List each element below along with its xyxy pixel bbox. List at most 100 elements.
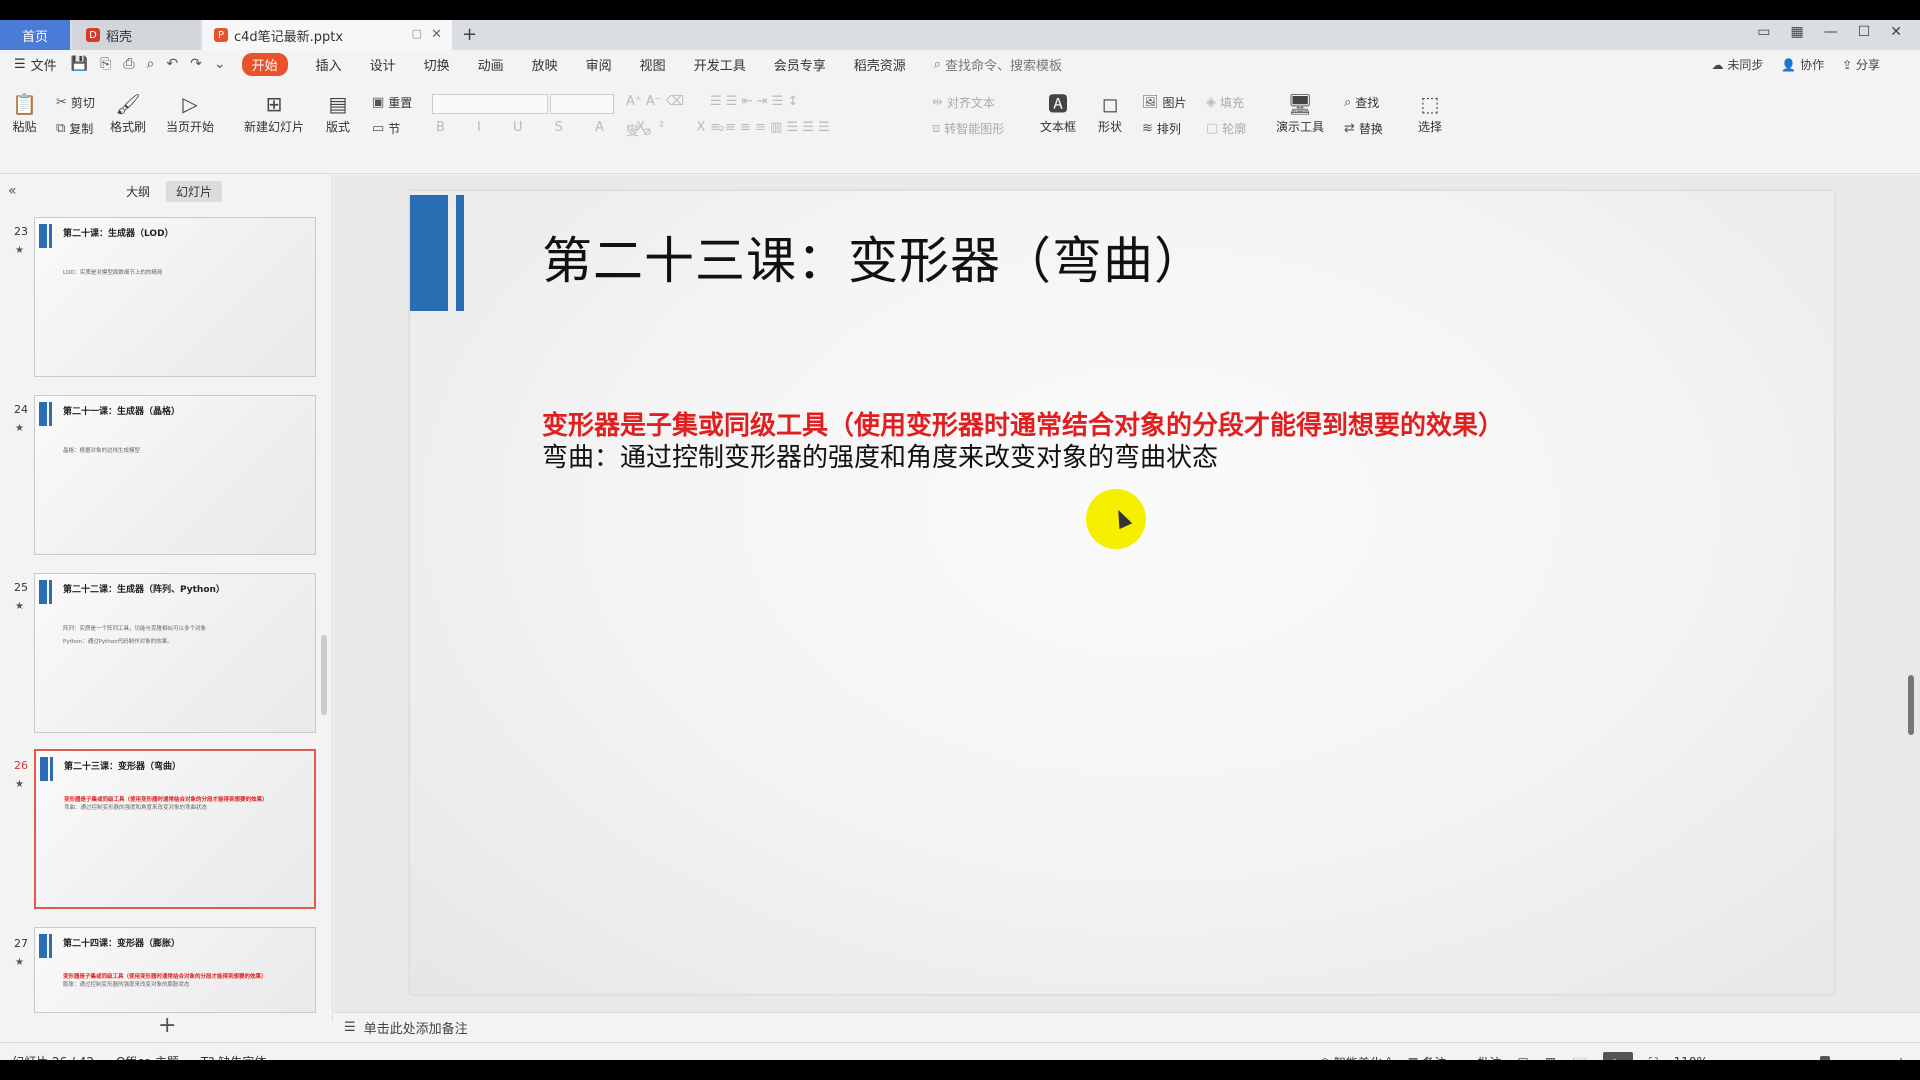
paste-button[interactable]: 📋 粘贴 (12, 90, 37, 135)
menu-member[interactable]: 会员专享 (774, 55, 826, 74)
format-painter-button[interactable]: 🖌 格式刷 (110, 90, 146, 135)
tab-document[interactable]: P c4d笔记最新.pptx ▢ ✕ (202, 20, 452, 50)
replace-button[interactable]: ⇄ 替换 (1344, 120, 1383, 137)
font-size-select[interactable] (550, 94, 614, 114)
new-slide-button[interactable]: ⊞ 新建幻灯片 (244, 90, 304, 135)
add-slide-icon[interactable]: + (158, 1013, 176, 1038)
slide-thumbnail-26[interactable]: 第二十三课：变形器（弯曲） 变形器是子集或同级工具（使用变形器时通常结合对象的分… (34, 749, 316, 909)
menu-insert[interactable]: 插入 (316, 55, 342, 74)
layout-label: 版式 (326, 120, 351, 134)
play-from-current-label: 当页开始 (166, 120, 215, 134)
more-icon[interactable]: ⌄ (214, 56, 226, 72)
menu-transition[interactable]: 切换 (424, 55, 450, 74)
maximize-icon[interactable]: ☐ (1858, 24, 1871, 40)
font-grow-icon[interactable]: A⁺ A⁻ ⌫ (626, 94, 684, 109)
tab-slides[interactable]: 幻灯片 (166, 181, 223, 202)
slide-title[interactable]: 第二十三课：变形器（弯曲） (542, 221, 1205, 293)
menu-animation[interactable]: 动画 (478, 55, 504, 74)
quick-access-toolbar: 💾 ⎘ ⎙ ⌕ ↶ ↷ ⌄ (71, 56, 226, 72)
add-tab-icon[interactable]: + (462, 24, 477, 45)
share-button[interactable]: ⇪ 分享 (1842, 56, 1880, 73)
copy-button[interactable]: ⧉ 复制 (56, 120, 93, 137)
slide-thumbnail-24[interactable]: 第二十一课：生成器（晶格） 晶格：根据对象的边线生成模型 (34, 395, 316, 555)
arrange-button[interactable]: ≋ 排列 (1142, 120, 1181, 137)
play-from-current-button[interactable]: ▷ 当页开始 (166, 90, 214, 135)
panel-scrollbar[interactable] (321, 635, 327, 715)
collapse-panel-icon[interactable]: « (8, 183, 17, 199)
menu-home[interactable]: 开始 (241, 52, 288, 76)
save-icon[interactable]: 💾 (71, 56, 88, 72)
thumb-line: Python：通过Python代码制作对象的效果。 (63, 639, 173, 645)
layout-icon[interactable]: ▭ (1757, 24, 1770, 40)
thumb-accent-bar (39, 934, 47, 958)
reset-label: 重置 (388, 96, 413, 110)
thumb-title: 第二十二课：生成器（阵列、Python） (63, 585, 225, 595)
minimize-icon[interactable]: — (1824, 24, 1838, 40)
textbox-button[interactable]: 🅰 文本框 (1040, 90, 1076, 135)
layout-grid-icon: ▤ (328, 92, 348, 116)
close-icon[interactable]: ✕ (431, 27, 442, 42)
sync-button[interactable]: ☁ 未同步 (1711, 56, 1763, 73)
command-search[interactable]: ⌕ 查找命令、搜索模板 (934, 55, 1062, 74)
align-icons[interactable]: ≡ ≡ ≡ ≡ ▥ ☰ ☰ ☰ (710, 120, 830, 135)
picture-button[interactable]: 🖼 图片 (1142, 94, 1187, 111)
bullet-list-icon: ☰ ☰ ⇤ ⇥ ☰ ↕ (710, 94, 799, 109)
font-format-icons[interactable]: B I U S A X² X₂ (436, 120, 738, 135)
find-button[interactable]: ⌕ 查找 (1344, 94, 1379, 111)
menu-review[interactable]: 审阅 (586, 55, 612, 74)
select-label: 选择 (1418, 120, 1443, 134)
print-icon[interactable]: ⎙ (123, 56, 134, 72)
slide-thumbnail-25[interactable]: 第二十二课：生成器（阵列、Python） 阵列：实质是一个阵列工具，功能与克隆相… (34, 573, 316, 733)
fill-icon: ◈ (1206, 95, 1216, 110)
editor-scrollbar[interactable] (1908, 185, 1914, 995)
pin-icon[interactable]: ▢ (412, 27, 422, 40)
editor-scrollbar-thumb[interactable] (1908, 675, 1914, 735)
list-icons[interactable]: ☰ ☰ ⇤ ⇥ ☰ ↕ (710, 94, 798, 109)
menu-design[interactable]: 设计 (370, 55, 396, 74)
export-icon[interactable]: ⎘ (100, 56, 111, 72)
smart-shape-button[interactable]: ⧈ 转智能图形 (932, 120, 1004, 137)
tab-daoke[interactable]: D 稻壳 (72, 20, 200, 50)
slide-accent-bar (410, 195, 448, 311)
slide-thumbnail-27[interactable]: 第二十四课：变形器（膨胀） 变形器是子集或同级工具（使用变形器时通常结合对象的分… (34, 927, 316, 1013)
textbox-icon: 🅰 (1048, 92, 1068, 116)
presentation-tools-button[interactable]: 🖥 演示工具 (1276, 90, 1324, 135)
redo-icon[interactable]: ↷ (190, 56, 202, 72)
special-char-icon[interactable]: 燮 ⌀ (626, 120, 651, 139)
reset-button[interactable]: ▣ 重置 (372, 94, 412, 111)
menu-developer[interactable]: 开发工具 (694, 55, 746, 74)
new-slide-icon: ⊞ (265, 92, 283, 116)
section-button[interactable]: ▭ 节 (372, 120, 400, 137)
shape-label: 形状 (1098, 120, 1123, 134)
tab-outline[interactable]: 大纲 (116, 181, 160, 202)
layout-button[interactable]: ▤ 版式 (326, 90, 350, 135)
font-grow-glyph: A⁺ A⁻ ⌫ (626, 94, 685, 109)
slide-thumbnail-23[interactable]: 第二十课：生成器（LOD） LOD：实质是对模型面数细节上的的精简 (34, 217, 316, 377)
shape-button[interactable]: ◻ 形状 (1098, 90, 1122, 135)
slide-number: 24 (14, 403, 28, 416)
print-preview-icon[interactable]: ⌕ (147, 56, 155, 72)
cut-button[interactable]: ✂ 剪切 (56, 94, 95, 111)
collaborate-button[interactable]: 👤 协作 (1781, 56, 1824, 73)
grid-icon[interactable]: ▦ (1790, 24, 1803, 40)
window-controls: ▭ ▦ — ☐ ✕ (1757, 24, 1902, 40)
window-close-icon[interactable]: ✕ (1890, 24, 1902, 40)
current-slide[interactable]: 第二十三课：变形器（弯曲） 变形器是子集或同级工具（使用变形器时通常结合对象的分… (410, 191, 1834, 994)
outline-button[interactable]: ▢ 轮廓 (1206, 120, 1246, 137)
thumb-accent-bar (39, 224, 47, 248)
menu-daoke-resources[interactable]: 稻壳资源 (854, 55, 906, 74)
menu-slideshow[interactable]: 放映 (532, 55, 558, 74)
font-family-select[interactable] (432, 94, 548, 114)
notes-pane[interactable]: ☰ 单击此处添加备注 (334, 1012, 1920, 1042)
menu-file[interactable]: ☰ 文件 (14, 55, 57, 74)
thumb-title: 第二十课：生成器（LOD） (63, 229, 174, 239)
align-text-button[interactable]: ⇹ 对齐文本 (932, 94, 995, 111)
fill-button[interactable]: ◈ 填充 (1206, 94, 1244, 111)
thumb-line: 变形器是子集或同级工具（使用变形器时通常结合对象的分段才能得到想要的效果） (64, 797, 268, 803)
notes-icon: ☰ (344, 1020, 356, 1035)
menu-view[interactable]: 视图 (640, 55, 666, 74)
undo-icon[interactable]: ↶ (166, 56, 178, 72)
slide-body-text[interactable]: 弯曲：通过控制变形器的强度和角度来改变对象的弯曲状态 (542, 437, 1218, 474)
tab-home[interactable]: 首页 (0, 20, 70, 50)
select-button[interactable]: ⬚ 选择 (1418, 90, 1442, 135)
